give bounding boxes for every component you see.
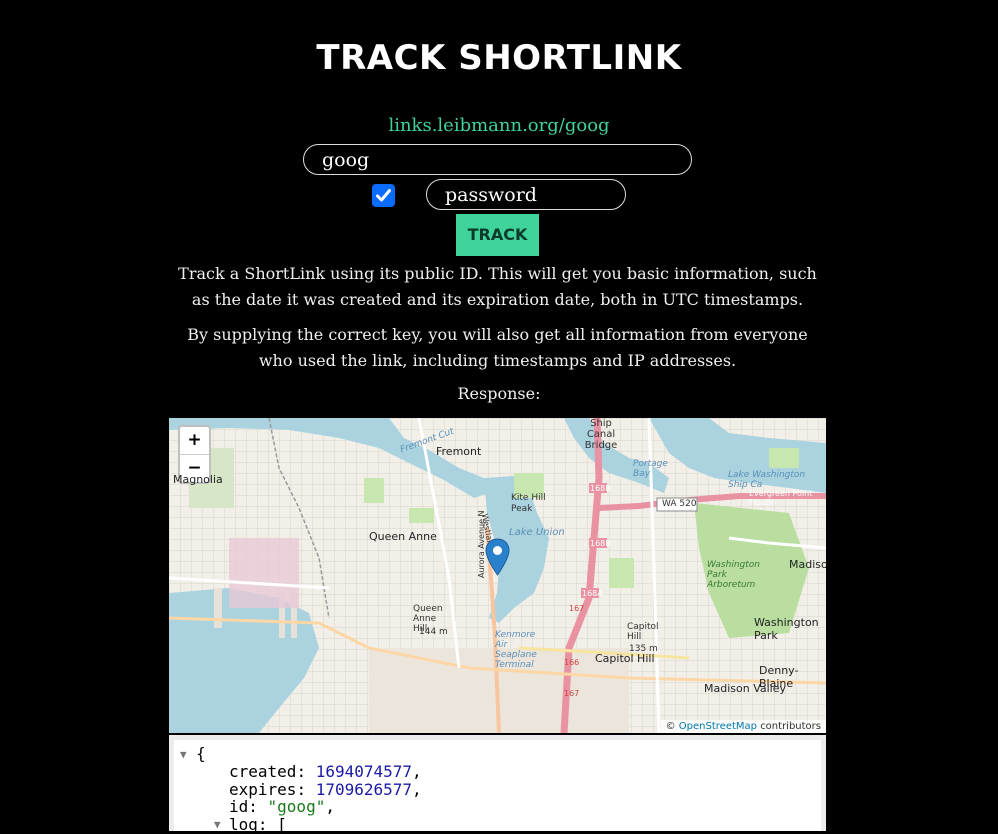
- map-label-wa-520: WA 520: [662, 499, 697, 509]
- collapse-log-icon[interactable]: ▼: [214, 818, 221, 831]
- map-label-route-168b-2: 168B: [590, 539, 611, 548]
- track-button[interactable]: TRACK: [456, 214, 539, 256]
- map-label-evergreen-point: Evergreen Point Floatin: [749, 489, 813, 507]
- location-marker-icon[interactable]: [485, 538, 510, 580]
- map-label-kite-hill: Kite Hill Peak: [511, 493, 546, 514]
- map-label-ship-canal: Lake Washington Ship Ca: [728, 470, 806, 490]
- map-label-kenmore-air: Kenmore Air Seaplane Terminal: [495, 630, 537, 670]
- map-label-lake-union: Lake Union: [509, 527, 565, 538]
- shortlink-id-input[interactable]: [303, 144, 692, 175]
- description-key: By supplying the correct key, you will a…: [187, 325, 808, 370]
- map-label-capitol-hill-peak: Capitol Hill: [627, 622, 659, 642]
- map-label-route-167-1: 167: [569, 604, 585, 613]
- description-public-id: Track a ShortLink using its public ID. T…: [178, 264, 817, 309]
- password-input[interactable]: [426, 179, 626, 210]
- json-open-brace: {: [196, 744, 206, 763]
- openstreetmap-link[interactable]: OpenStreetMap: [679, 721, 757, 732]
- location-map[interactable]: + − Fremont Ship Canal Bridge Magnolia Q…: [169, 418, 826, 733]
- use-key-checkbox[interactable]: [372, 184, 395, 207]
- map-label-arboretum: Washington Park Arboretum: [707, 560, 760, 590]
- map-label-route-168b-1: 168B: [590, 484, 611, 493]
- map-label-fremont: Fremont: [436, 445, 482, 458]
- shortlink-preview: links.leibmann.org/goog: [388, 115, 610, 136]
- map-label-route-166: 166: [564, 658, 580, 667]
- zoom-in-button[interactable]: +: [180, 427, 209, 455]
- map-label-route-167-2: 167: [564, 689, 580, 698]
- map-label-ship-canal-bridge: Ship Canal Bridge: [584, 418, 618, 451]
- map-label-madison-valley: Madison Valley: [704, 682, 787, 695]
- json-created-row: created: 1694074577,: [229, 762, 422, 781]
- checkmark-icon: [376, 189, 391, 202]
- map-label-washington-park: Washington Park: [754, 616, 819, 642]
- map-label-magnolia: Magnolia: [173, 473, 223, 486]
- map-label-capitol-hill: Capitol Hill: [595, 652, 655, 665]
- response-json-viewer: ▼ { created: 1694074577, expires: 170962…: [169, 735, 826, 834]
- map-label-madison: Madiso: [789, 558, 826, 571]
- response-label: Response:: [457, 384, 541, 403]
- json-log-row: log: [: [229, 815, 287, 834]
- map-attribution: © OpenStreetMap contributors: [660, 720, 826, 733]
- map-label-queen-anne-elev: 144 m: [419, 627, 448, 637]
- map-label-portage-bay: Portage Bay: [633, 459, 668, 479]
- collapse-root-icon[interactable]: ▼: [180, 748, 187, 761]
- map-label-route-168a: 168A: [582, 589, 603, 598]
- map-label-queen-anne: Queen Anne: [369, 530, 437, 543]
- page-title: TRACK SHORTLINK: [316, 38, 682, 78]
- json-id-row: id: "goog",: [229, 797, 335, 816]
